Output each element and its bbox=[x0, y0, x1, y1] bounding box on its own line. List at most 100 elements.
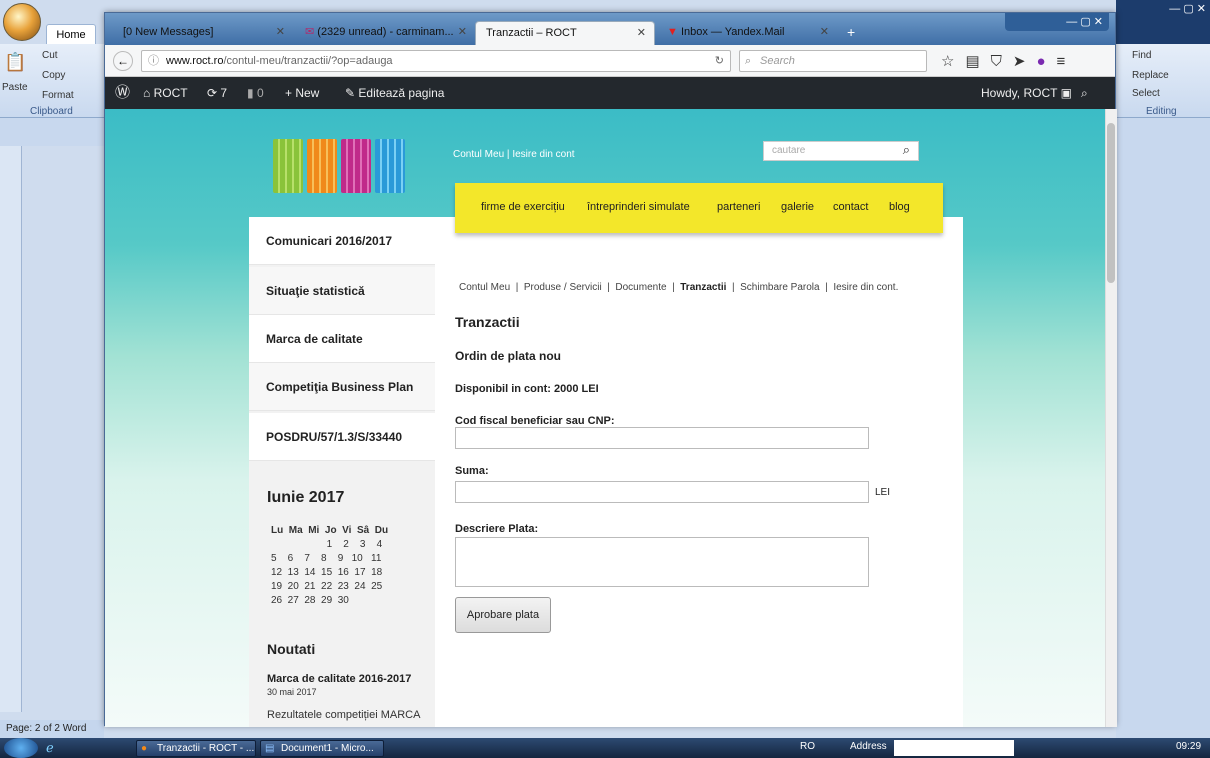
taskbar: ℯ ● Tranzactii - ROCT - ... ▤ Document1 … bbox=[0, 738, 1210, 758]
taskbar-firefox[interactable]: ● Tranzactii - ROCT - ... bbox=[136, 740, 256, 757]
label-cod-fiscal: Cod fiscal beneficiar sau CNP: bbox=[455, 415, 615, 427]
office-button[interactable] bbox=[3, 3, 41, 41]
pocket-icon[interactable]: ⛉ bbox=[991, 53, 1013, 70]
news-item-text: Rezultatele competiției MARCA bbox=[267, 709, 421, 721]
sidebar-item-statistica[interactable]: Situaţie statistică bbox=[249, 267, 435, 315]
sidebar-item-marca[interactable]: Marca de calitate bbox=[249, 315, 435, 363]
calendar-header: Lu Ma Mi Jo Vi Sâ Du bbox=[271, 525, 389, 536]
select-button[interactable]: Select bbox=[1132, 88, 1160, 99]
browser-tab[interactable]: [0 New Messages] ✕ bbox=[113, 21, 293, 45]
bookmark-star-icon[interactable]: ☆ bbox=[941, 53, 965, 70]
logout-link[interactable]: Iesire din cont bbox=[512, 149, 574, 160]
calendar-title: Iunie 2017 bbox=[267, 489, 345, 506]
calendar-row: 1 2 3 4 bbox=[271, 539, 383, 550]
wp-new-label: New bbox=[295, 86, 320, 100]
subnav-tranzactii[interactable]: Tranzactii bbox=[680, 282, 726, 293]
main-nav: firme de exercițiu întreprinderi simulat… bbox=[455, 183, 943, 233]
menu-icon[interactable]: ≡ bbox=[1057, 53, 1077, 70]
taskbar-word[interactable]: ▤ Document1 - Micro... bbox=[260, 740, 384, 757]
mail-icon: ✉ bbox=[305, 26, 315, 38]
search-icon[interactable]: ⌕ bbox=[903, 141, 910, 159]
nav-parteneri[interactable]: parteneri bbox=[717, 201, 760, 213]
new-tab-icon[interactable]: + bbox=[837, 21, 861, 45]
start-button[interactable] bbox=[4, 738, 38, 758]
suma-input[interactable] bbox=[455, 481, 869, 503]
approve-payment-button[interactable]: Aprobare plata bbox=[455, 597, 551, 633]
subnav-produse[interactable]: Produse / Servicii bbox=[524, 282, 602, 293]
wp-edit-page[interactable]: ✎ Editează pagina bbox=[345, 77, 444, 109]
cod-fiscal-input[interactable] bbox=[455, 427, 869, 449]
language-indicator[interactable]: RO bbox=[800, 741, 815, 752]
descriere-textarea[interactable] bbox=[455, 537, 869, 587]
browser-tab[interactable]: ✉ (2329 unread) - carminam... ✕ bbox=[295, 21, 475, 45]
status-word: Word bbox=[62, 723, 87, 734]
search-icon[interactable]: ⌕ bbox=[1081, 77, 1088, 109]
wp-site-link[interactable]: ⌂ ROCT bbox=[143, 77, 188, 109]
paste-icon[interactable]: 📋 bbox=[4, 52, 26, 73]
subnav-iesire[interactable]: Iesire din cont. bbox=[833, 282, 898, 293]
close-icon[interactable]: ✕ bbox=[637, 22, 646, 44]
cut-button[interactable]: Cut bbox=[42, 50, 58, 61]
news-item-title[interactable]: Marca de calitate 2016-2017 bbox=[267, 673, 411, 685]
back-icon[interactable]: ← bbox=[113, 51, 133, 71]
nav-intreprinderi[interactable]: întreprinderi simulate bbox=[587, 201, 690, 213]
clock: 09:29 bbox=[1176, 741, 1202, 752]
nav-firme[interactable]: firme de exercițiu bbox=[481, 201, 565, 213]
wordpress-icon[interactable]: Ⓦ bbox=[115, 77, 130, 109]
quick-access-toolbar[interactable] bbox=[0, 118, 104, 146]
sidebar-item-comunicari[interactable]: Comunicari 2016/2017 bbox=[249, 217, 435, 265]
tab-home[interactable]: Home bbox=[46, 24, 96, 44]
search-placeholder: cautare bbox=[772, 145, 806, 156]
toolbar-icons[interactable]: ☆▤⛉➤●≡ bbox=[941, 52, 1076, 70]
replace-button[interactable]: Replace bbox=[1132, 70, 1169, 81]
taskbar-label: Document1 - Micro... bbox=[281, 743, 374, 754]
calendar-row: 5 6 7 8 9 10 11 bbox=[271, 553, 382, 564]
address-input[interactable] bbox=[894, 740, 1014, 756]
word-right-pane bbox=[1116, 118, 1210, 738]
wp-new[interactable]: + New bbox=[285, 77, 319, 109]
ie-icon[interactable]: ℯ bbox=[46, 740, 54, 756]
find-button[interactable]: Find bbox=[1132, 50, 1151, 61]
ribbon-editing: Find Replace Select Editing bbox=[1116, 44, 1210, 118]
sidebar-item-business-plan[interactable]: Competiţia Business Plan bbox=[249, 363, 435, 411]
roct-logo bbox=[273, 139, 413, 195]
close-icon[interactable]: ✕ bbox=[276, 21, 285, 43]
wp-howdy[interactable]: Howdy, ROCT ▣ bbox=[981, 77, 1072, 109]
wp-admin-bar: Ⓦ ⌂ ROCT ⟳ 7 ▮ 0 + New ✎ Editează pagina… bbox=[105, 77, 1115, 109]
wp-site-label: ROCT bbox=[153, 86, 188, 100]
search-placeholder: Search bbox=[760, 55, 795, 67]
sidebar-item-posdru[interactable]: POSDRU/57/1.3/S/33440 bbox=[249, 413, 435, 461]
search-bar[interactable]: ⌕ Search bbox=[739, 50, 927, 72]
format-painter-button[interactable]: Format bbox=[42, 90, 74, 101]
subnav-contul[interactable]: Contul Meu bbox=[459, 282, 510, 293]
subnav-documente[interactable]: Documente bbox=[615, 282, 666, 293]
word-window-caption: — ▢ ✕ bbox=[1116, 0, 1210, 44]
nav-galerie[interactable]: galerie bbox=[781, 201, 814, 213]
browser-tab-active[interactable]: Tranzactii – ROCT ✕ bbox=[475, 21, 655, 45]
wp-updates[interactable]: ⟳ 7 bbox=[207, 77, 227, 109]
site-search-input[interactable]: cautare ⌕ bbox=[763, 141, 919, 161]
reading-list-icon[interactable]: ▤ bbox=[965, 53, 990, 70]
yandex-icon: ▼ bbox=[667, 26, 678, 38]
close-icon[interactable]: ✕ bbox=[458, 21, 467, 43]
scrollbar-thumb[interactable] bbox=[1107, 123, 1115, 283]
reload-icon[interactable]: ↻ bbox=[715, 51, 724, 71]
info-icon[interactable]: ⓘ bbox=[148, 51, 159, 71]
send-icon[interactable]: ➤ bbox=[1013, 53, 1037, 70]
yandex-ext-icon[interactable]: ● bbox=[1036, 53, 1056, 70]
browser-tab[interactable]: ▼ Inbox — Yandex.Mail ✕ bbox=[657, 21, 837, 45]
window-controls[interactable]: — ▢ ✕ bbox=[1005, 13, 1109, 31]
url-bar[interactable]: ⓘ www.roct.ro/contul-meu/tranzactii/?op=… bbox=[141, 50, 731, 72]
nav-blog[interactable]: blog bbox=[889, 201, 910, 213]
tab-label: [0 New Messages] bbox=[123, 26, 214, 38]
nav-contact[interactable]: contact bbox=[833, 201, 868, 213]
subnav-parola[interactable]: Schimbare Parola bbox=[740, 282, 819, 293]
copy-button[interactable]: Copy bbox=[42, 70, 65, 81]
news-title: Noutati bbox=[267, 641, 316, 657]
group-label: Editing bbox=[1146, 106, 1177, 117]
window-controls[interactable]: — ▢ ✕ bbox=[1120, 2, 1206, 18]
paste-button[interactable]: Paste bbox=[2, 82, 28, 93]
close-icon[interactable]: ✕ bbox=[820, 21, 829, 43]
wp-comments[interactable]: ▮ 0 bbox=[247, 77, 264, 109]
account-link[interactable]: Contul Meu bbox=[453, 149, 504, 160]
